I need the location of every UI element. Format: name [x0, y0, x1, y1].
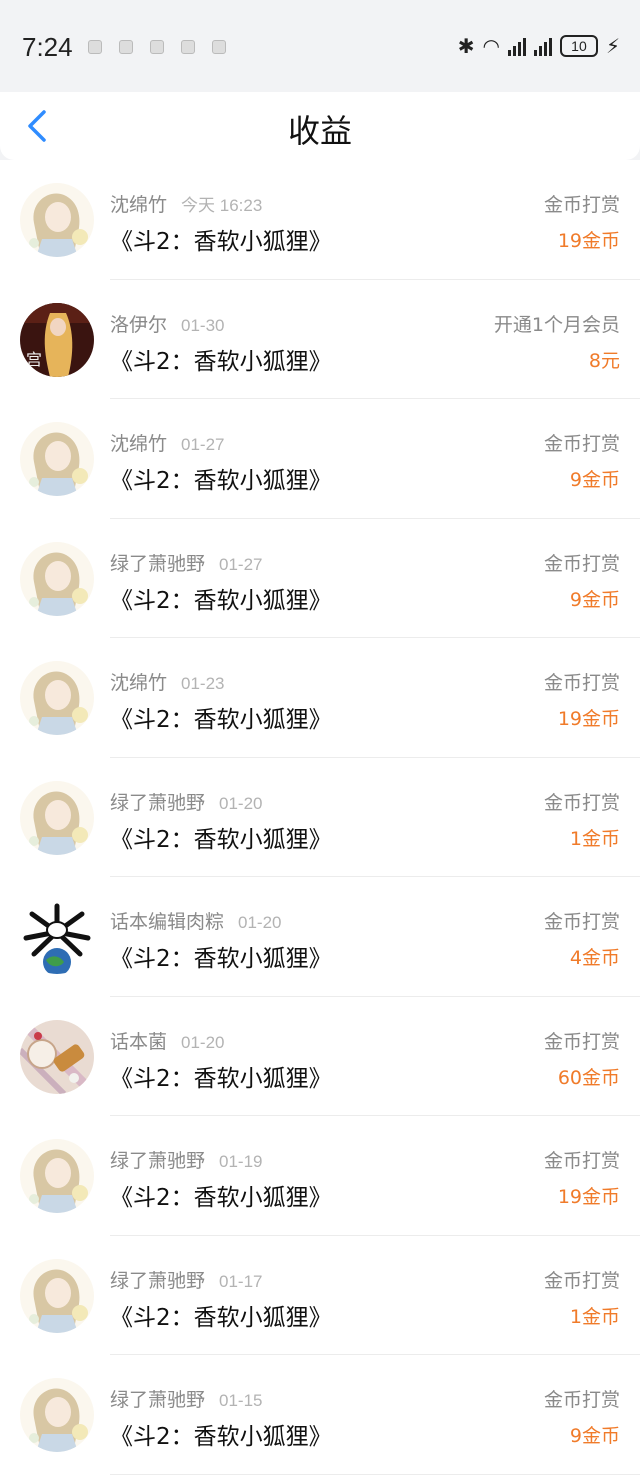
book-title: 《斗2：香软小狐狸》: [110, 348, 332, 375]
reward-amount: 9金币: [569, 1425, 620, 1447]
list-item[interactable]: 绿了萧驰野 01-20 《斗2：香软小狐狸》 金币打赏 1金币: [0, 758, 640, 877]
list-item[interactable]: 话本编辑肉粽 01-20 《斗2：香软小狐狸》 金币打赏 4金币: [0, 877, 640, 997]
book-title: 《斗2：香软小狐狸》: [110, 826, 332, 853]
reward-type: 金币打赏: [543, 1389, 620, 1411]
user-name: 沈绵竹 01-27: [110, 433, 225, 455]
status-bar: 7:24 ✱ ◠ 10 ⚡: [0, 0, 640, 92]
reward-type: 开通1个月会员: [493, 313, 620, 336]
user-name: 绿了萧驰野 01-19: [110, 1150, 263, 1172]
record-date: 01-23: [181, 674, 225, 693]
avatar: [20, 183, 94, 257]
list-item[interactable]: 沈绵竹 01-23 《斗2：香软小狐狸》 金币打赏 19金币: [0, 638, 640, 758]
reward-amount: 19金币: [557, 230, 620, 252]
book-title: 《斗2：香软小狐狸》: [110, 229, 332, 255]
record-date: 01-15: [219, 1391, 263, 1410]
book-title: 《斗2：香软小狐狸》: [110, 946, 332, 972]
list-item[interactable]: 绿了萧驰野 01-17 《斗2：香软小狐狸》 金币打赏 1金币: [0, 1236, 640, 1355]
notification-icon: [119, 40, 133, 54]
reward-type: 金币打赏: [543, 791, 620, 814]
user-name: 绿了萧驰野 01-27: [110, 552, 263, 575]
user-name: 洛伊尔 01-30: [110, 313, 225, 336]
reward-type: 金币打赏: [543, 552, 620, 575]
book-title: 《斗2：香软小狐狸》: [110, 1424, 332, 1450]
record-date: 今天 16:23: [181, 196, 263, 215]
avatar: 宫: [20, 302, 94, 377]
notification-icon: [88, 40, 102, 54]
page-title: 收益: [287, 112, 352, 150]
avatar: [20, 1139, 94, 1213]
reward-amount: 60金币: [557, 1066, 620, 1089]
divider: [110, 1473, 640, 1475]
avatar: [20, 1258, 94, 1333]
record-date: 01-17: [219, 1271, 263, 1291]
reward-amount: 8元: [588, 349, 620, 372]
status-time: 7:24: [22, 32, 73, 62]
list-item[interactable]: 沈绵竹 今天 16:23 《斗2：香软小狐狸》 金币打赏 19金币: [0, 160, 640, 280]
book-title: 《斗2：香软小狐狸》: [110, 587, 332, 614]
reward-type: 金币打赏: [543, 1269, 620, 1292]
reward-type: 金币打赏: [543, 911, 620, 933]
record-date: 01-20: [238, 913, 282, 932]
system-icons: ✱ ◠ 10 ⚡: [458, 34, 620, 58]
list-item[interactable]: 沈绵竹 01-27 《斗2：香软小狐狸》 金币打赏 9金币: [0, 399, 640, 519]
reward-amount: 19金币: [557, 708, 620, 730]
book-title: 《斗2：香软小狐狸》: [110, 707, 332, 733]
battery-icon: 10: [559, 35, 598, 57]
record-date: 01-27: [219, 554, 263, 574]
avatar: [20, 900, 94, 974]
list-item[interactable]: 话本菌 01-20 《斗2：香软小狐狸》 金币打赏 60金币: [0, 997, 640, 1116]
reward-amount: 1金币: [569, 827, 620, 850]
reward-amount: 9金币: [569, 588, 620, 611]
reward-type: 金币打赏: [543, 1150, 620, 1172]
earnings-list: 沈绵竹 今天 16:23 《斗2：香软小狐狸》 金币打赏 19金币 宫 洛伊尔 01…: [0, 160, 640, 1475]
user-name: 绿了萧驰野 01-20: [110, 791, 263, 814]
avatar: [20, 1378, 94, 1452]
nav-header: 收益: [0, 92, 640, 160]
user-name: 话本菌 01-20: [110, 1030, 225, 1053]
list-item[interactable]: 绿了萧驰野 01-27 《斗2：香软小狐狸》 金币打赏 9金币: [0, 519, 640, 638]
record-date: 01-27: [181, 435, 225, 454]
list-item[interactable]: 绿了萧驰野 01-19 《斗2：香软小狐狸》 金币打赏 19金币: [0, 1116, 640, 1236]
wifi-icon: ◠: [482, 34, 500, 58]
record-date: 01-20: [219, 793, 263, 813]
user-name: 绿了萧驰野 01-15: [110, 1389, 263, 1411]
reward-amount: 1金币: [569, 1305, 620, 1328]
reward-type: 金币打赏: [543, 672, 620, 694]
signal-icon: [533, 36, 552, 56]
avatar: [20, 1019, 94, 1094]
book-title: 《斗2：香软小狐狸》: [110, 1304, 332, 1331]
reward-type: 金币打赏: [543, 1030, 620, 1053]
book-title: 《斗2：香软小狐狸》: [110, 1065, 332, 1092]
reward-amount: 9金币: [569, 469, 620, 491]
book-title: 《斗2：香软小狐狸》: [110, 468, 332, 494]
avatar: [20, 541, 94, 616]
reward-type: 金币打赏: [543, 433, 620, 455]
user-name: 沈绵竹 01-23: [110, 672, 225, 694]
record-date: 01-20: [181, 1032, 225, 1052]
reward-type: 金币打赏: [543, 194, 620, 216]
notification-icon: [150, 40, 164, 54]
reward-amount: 4金币: [569, 947, 620, 969]
record-date: 01-19: [219, 1152, 263, 1171]
user-name: 沈绵竹 今天 16:23: [110, 194, 263, 216]
list-item[interactable]: 宫 洛伊尔 01-30 《斗2：香软小狐狸》 开通1个月会员 8元: [0, 280, 640, 399]
bluetooth-icon: ✱: [457, 34, 475, 58]
reward-amount: 19金币: [557, 1186, 620, 1208]
user-name: 话本编辑肉粽 01-20: [110, 911, 282, 933]
charging-icon: ⚡: [605, 34, 620, 58]
signal-icon: [507, 36, 526, 56]
list-item[interactable]: 绿了萧驰野 01-15 《斗2：香软小狐狸》 金币打赏 9金币: [0, 1355, 640, 1475]
book-title: 《斗2：香软小狐狸》: [110, 1185, 332, 1211]
avatar: [20, 422, 94, 496]
user-name: 绿了萧驰野 01-17: [110, 1269, 263, 1292]
avatar: [20, 780, 94, 855]
notification-icon: [212, 40, 226, 54]
svg-text:宫: 宫: [26, 350, 42, 369]
avatar: [20, 661, 94, 735]
record-date: 01-30: [181, 315, 225, 335]
notification-icon: [181, 40, 195, 54]
